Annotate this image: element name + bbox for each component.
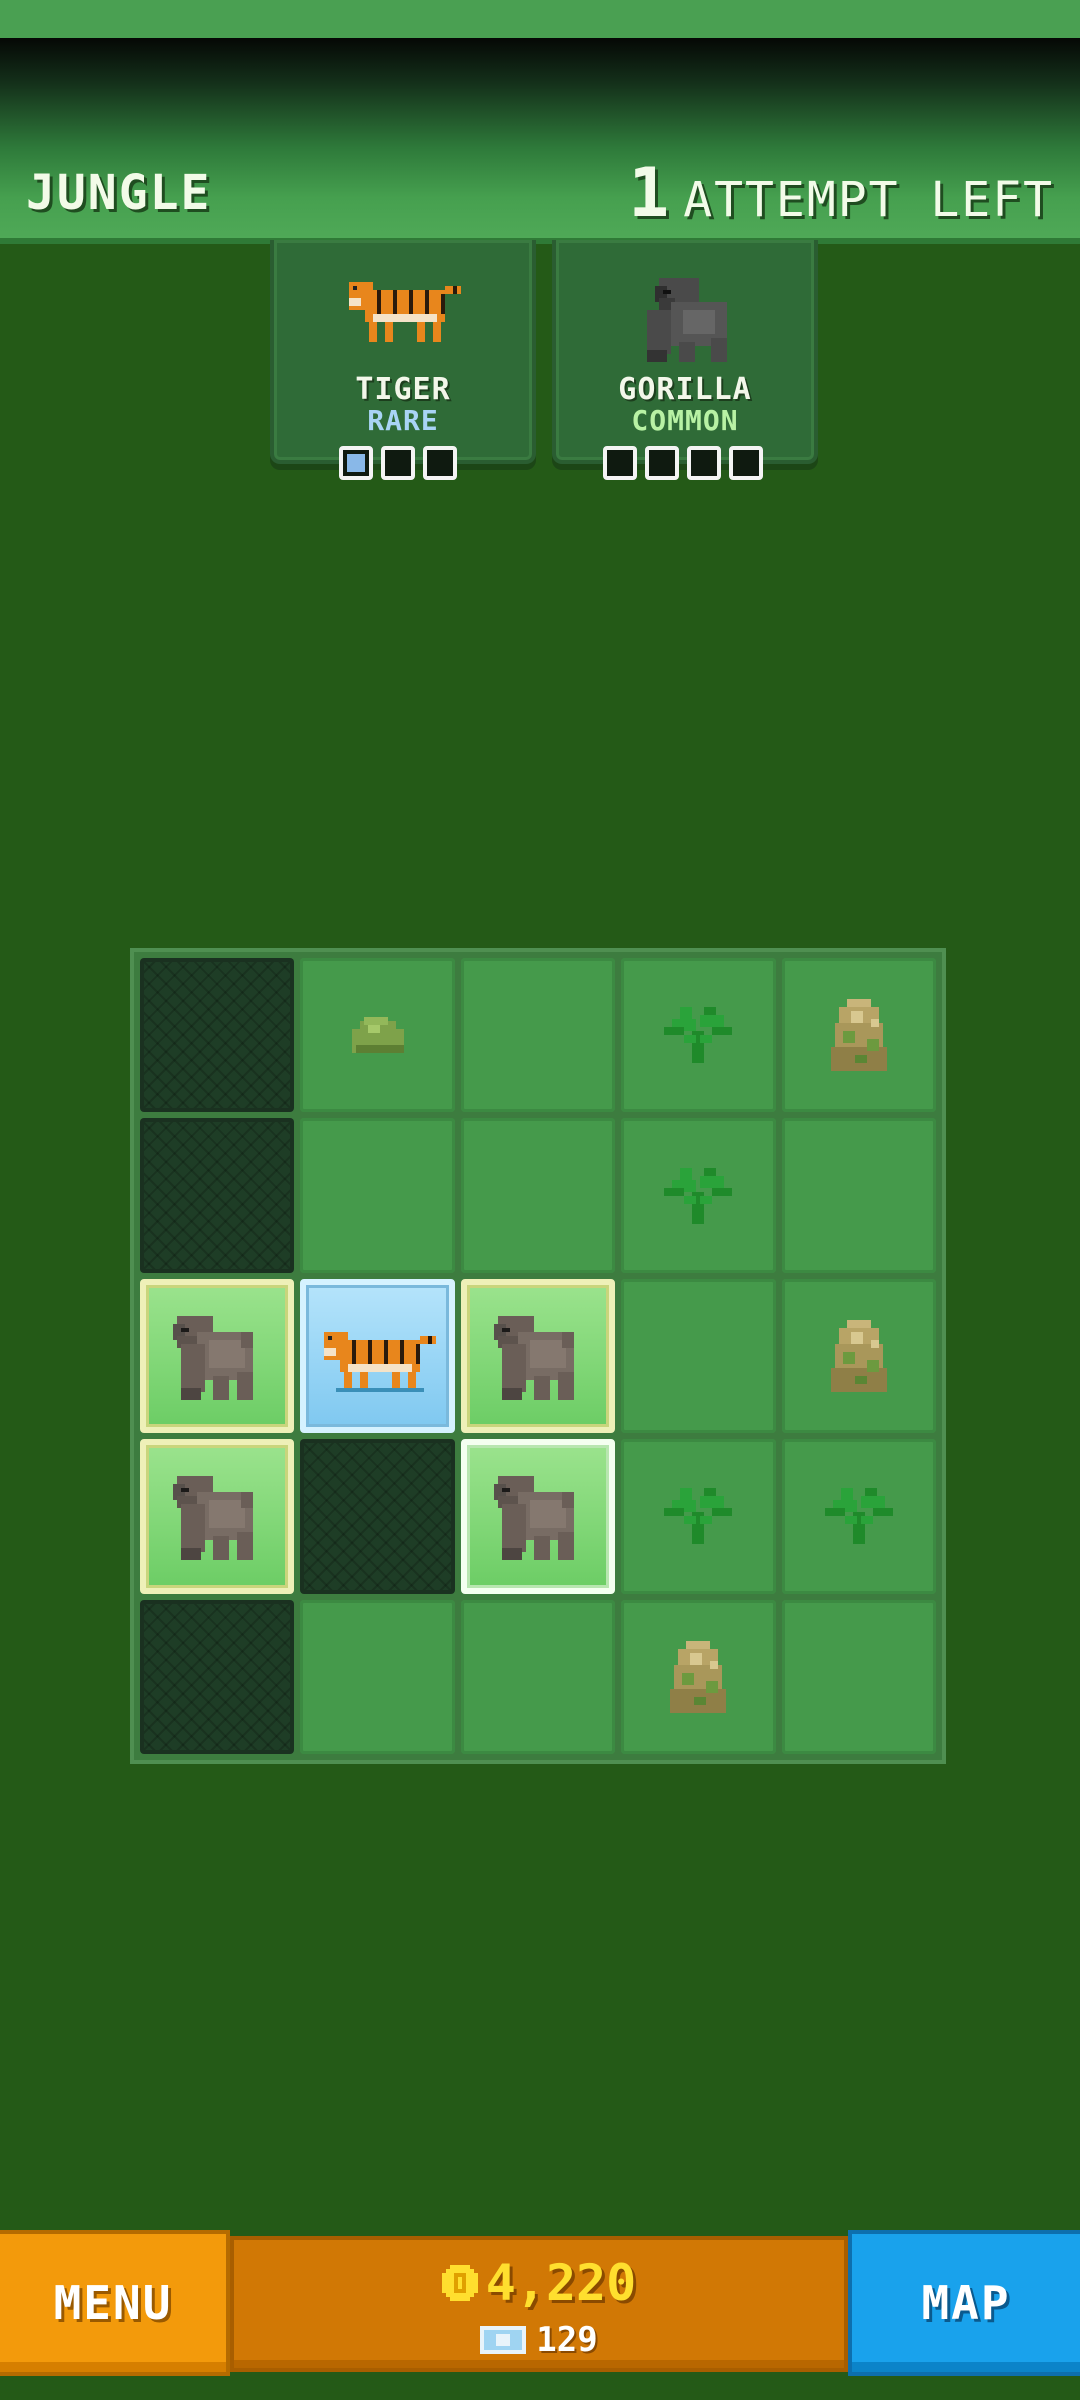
grass-tile[interactable] <box>460 1118 616 1273</box>
bottom-strip <box>0 2376 1080 2400</box>
gorilla-tile <box>140 1278 295 1434</box>
revealed-empty-tile <box>140 958 295 1113</box>
revealed-empty-tile <box>300 1439 455 1594</box>
grass-tile[interactable] <box>781 1439 936 1594</box>
attempts-counter: 1 ATTEMPT LEFT <box>628 154 1054 233</box>
gorilla-tile <box>460 1439 616 1594</box>
plant-icon <box>824 1488 893 1545</box>
grass-tile[interactable] <box>781 1599 936 1754</box>
coin-icon <box>441 2265 478 2301</box>
ticket-icon <box>480 2326 527 2354</box>
coin-balance: 4,220 <box>234 2254 844 2312</box>
map-button[interactable]: MAP <box>848 2230 1080 2376</box>
tiger-icon <box>323 1331 436 1392</box>
animal-name: TIGER <box>355 372 451 407</box>
gorilla-tile <box>460 1278 616 1434</box>
grass-tile[interactable] <box>781 1278 936 1434</box>
rock-icon <box>351 1017 404 1054</box>
plant-icon <box>664 1167 733 1224</box>
animal-name: GORILLA <box>618 372 752 407</box>
grass-tile[interactable] <box>621 958 776 1113</box>
boulder-icon <box>830 1319 887 1392</box>
plant-icon <box>664 1007 733 1064</box>
progress-box-empty <box>423 446 457 480</box>
revealed-empty-tile <box>140 1118 295 1273</box>
progress-box-empty <box>687 446 721 480</box>
status-strip <box>0 0 1080 38</box>
grass-tile[interactable] <box>621 1439 776 1594</box>
progress-box-empty <box>645 446 679 480</box>
grass-tile[interactable] <box>460 1599 616 1754</box>
gorilla-icon <box>647 278 727 362</box>
animal-card-gorilla[interactable]: GORILLA COMMON <box>552 240 818 464</box>
animal-card-tiger[interactable]: TIGER RARE <box>270 240 536 464</box>
attempts-label: ATTEMPT LEFT <box>683 172 1054 228</box>
grass-tile[interactable] <box>621 1278 776 1434</box>
boulder-icon <box>830 999 887 1072</box>
tiger-tile <box>300 1278 455 1434</box>
gem-amount: 129 <box>536 2320 598 2360</box>
gorilla-icon <box>493 1476 574 1561</box>
gorilla-tile <box>140 1439 295 1594</box>
currency-panel: 4,220 129 <box>230 2236 848 2372</box>
progress-box-empty <box>729 446 763 480</box>
grass-tile[interactable] <box>300 958 455 1113</box>
bottom-bar: MENU 4,220 129 MAP <box>0 2230 1080 2400</box>
gem-balance: 129 <box>234 2320 844 2360</box>
grass-tile[interactable] <box>781 958 936 1113</box>
grass-tile[interactable] <box>621 1599 776 1754</box>
area-title: JUNGLE <box>26 165 212 221</box>
gorilla-icon <box>173 1315 254 1400</box>
grass-tile[interactable] <box>460 958 616 1113</box>
tiger-icon <box>349 282 461 342</box>
gorilla-progress <box>603 446 763 480</box>
plant-icon <box>664 1488 733 1545</box>
tiger-progress <box>339 446 457 480</box>
progress-box-filled <box>339 446 373 480</box>
grass-tile[interactable] <box>300 1118 455 1273</box>
game-board <box>130 948 946 1764</box>
grass-tile[interactable] <box>781 1118 936 1273</box>
boulder-icon <box>670 1640 727 1713</box>
gorilla-icon <box>493 1315 574 1400</box>
animal-rarity: COMMON <box>631 404 739 437</box>
gorilla-icon <box>173 1476 254 1561</box>
progress-box-empty <box>381 446 415 480</box>
grass-tile[interactable] <box>621 1118 776 1273</box>
attempts-count: 1 <box>628 154 670 233</box>
animal-rarity: RARE <box>367 404 439 437</box>
grass-tile[interactable] <box>300 1599 455 1754</box>
revealed-empty-tile <box>140 1599 295 1754</box>
menu-button[interactable]: MENU <box>0 2230 230 2376</box>
coin-amount: 4,220 <box>485 2254 637 2312</box>
progress-box-empty <box>603 446 637 480</box>
